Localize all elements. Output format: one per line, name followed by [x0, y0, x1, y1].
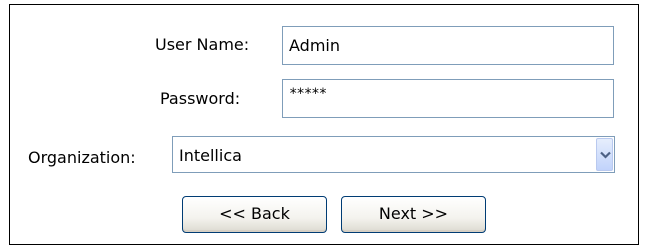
organization-selected-value: Intellica	[179, 146, 242, 165]
password-label: Password:	[160, 89, 241, 108]
username-input[interactable]: Admin	[282, 26, 614, 65]
username-label: User Name:	[155, 35, 250, 54]
chevron-down-icon	[600, 151, 611, 159]
password-input[interactable]: *****	[282, 79, 614, 118]
organization-label: Organization:	[28, 148, 136, 167]
dropdown-button[interactable]	[596, 138, 613, 171]
organization-select[interactable]: Intellica	[172, 136, 615, 173]
next-button[interactable]: Next >>	[341, 196, 486, 233]
back-button[interactable]: << Back	[182, 196, 327, 233]
login-panel: User Name: Admin Password: ***** Organiz…	[9, 4, 639, 245]
